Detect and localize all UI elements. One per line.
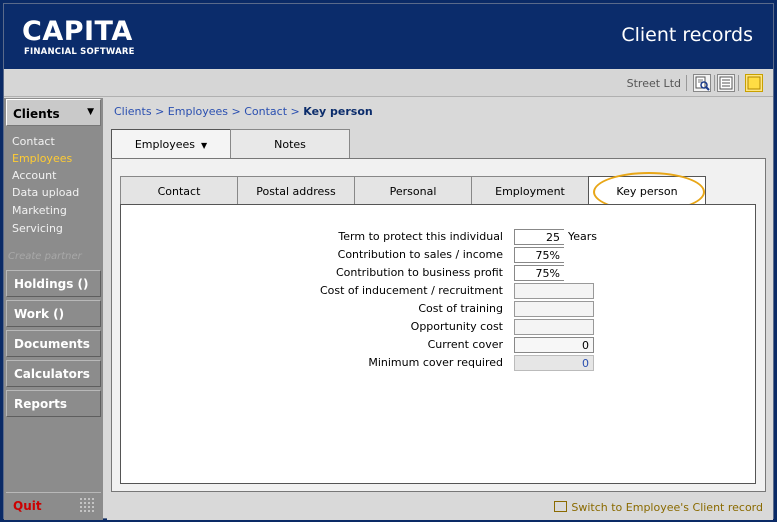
tab-label: Employees [134,138,196,151]
sales-contribution-label: Contribution to sales / income [337,248,503,261]
breadcrumb-separator: > [290,105,300,118]
quit-label: Quit [13,499,42,513]
form-row: Term to protect this individual 25 Years [121,229,757,246]
main-content: Clients > Employees > Contact > Key pers… [107,98,773,496]
profit-contribution-label: Contribution to business profit [335,266,503,279]
tab-label: Contact [157,185,201,198]
current-cover-label: Current cover [427,338,503,351]
tab-key-person[interactable]: Key person [588,176,706,205]
caret-down-icon[interactable]: ▼ [201,141,207,150]
app-window: CAPITA FINANCIAL SOFTWARE Client records… [3,3,774,520]
sidebar-item-servicing[interactable]: Servicing [12,222,63,235]
form-row: Current cover 0 [121,337,757,354]
tab-postal-address[interactable]: Postal address [237,176,355,204]
minimum-cover-value: 0 [514,355,594,371]
app-header: CAPITA FINANCIAL SOFTWARE Client records [4,4,773,69]
form-row: Contribution to business profit 75% [121,265,757,282]
toolbar-divider [714,75,715,91]
tab-employment[interactable]: Employment [471,176,589,204]
note-icon[interactable] [745,74,763,92]
sidebar-item-account[interactable]: Account [12,169,56,182]
tab-label: Employment [495,185,565,198]
tab-notes[interactable]: Notes [230,129,350,159]
breadcrumb-link-clients[interactable]: Clients [114,105,152,118]
footer: Switch to Employee's Client record [107,496,773,520]
inducement-cost-label: Cost of inducement / recruitment [319,284,503,297]
term-label: Term to protect this individual [338,230,503,243]
profit-contribution-input[interactable]: 75% [514,265,564,281]
sidebar-button-label: Calculators [14,367,90,381]
search-icon[interactable] [693,74,711,92]
sidebar-item-employees[interactable]: Employees [12,152,72,165]
sidebar-item-documents[interactable]: Documents [6,330,101,357]
app-title: Client records [621,24,753,46]
opportunity-cost-input[interactable] [514,319,594,335]
training-cost-input[interactable] [514,301,594,317]
sidebar-button-label: Work () [14,307,65,321]
sidebar-section-label: Clients [13,107,60,121]
sidebar-button-label: Holdings () [14,277,89,291]
form-row: Contribution to sales / income 75% [121,247,757,264]
list-icon[interactable] [717,74,735,92]
brand-subtitle: FINANCIAL SOFTWARE [24,47,135,57]
form-row: Minimum cover required 0 [121,355,757,372]
breadcrumb: Clients > Employees > Contact > Key pers… [114,105,373,118]
switch-client-record-label: Switch to Employee's Client record [571,501,763,514]
breadcrumb-separator: > [231,105,241,118]
training-cost-label: Cost of training [418,302,503,315]
chevron-down-icon: ▼ [87,107,94,117]
current-cover-input[interactable]: 0 [514,337,594,353]
tab-contact[interactable]: Contact [120,176,238,204]
sidebar-item-contact[interactable]: Contact [12,135,55,148]
sidebar-item-data-upload[interactable]: Data upload [12,186,79,199]
tab-employees[interactable]: Employees ▼ [111,129,231,160]
toolbar-divider [738,75,739,91]
sidebar: Clients ▼ Contact Employees Account Data… [4,98,103,520]
sidebar-item-work[interactable]: Work () [6,300,101,327]
toolbar-divider [686,75,687,91]
quit-button[interactable]: Quit [6,492,101,518]
sales-contribution-input[interactable]: 75% [514,247,564,263]
tab-label: Key person [616,185,678,198]
tab-label: Notes [274,138,306,151]
sidebar-item-marketing[interactable]: Marketing [12,204,67,217]
sidebar-section-clients[interactable]: Clients ▼ [6,99,101,126]
term-unit: Years [568,230,598,243]
tab-personal[interactable]: Personal [354,176,472,204]
form-row: Cost of training [121,301,757,318]
sidebar-button-label: Reports [14,397,68,411]
minimum-cover-label: Minimum cover required [368,356,503,369]
key-person-form: Term to protect this individual 25 Years… [120,204,756,484]
switch-client-record-link[interactable]: Switch to Employee's Client record [554,501,763,514]
tab-label: Personal [389,185,437,198]
brand-logo: CAPITA [22,16,133,47]
breadcrumb-current: Key person [303,105,373,118]
opportunity-cost-label: Opportunity cost [410,320,503,333]
window-icon [554,501,568,512]
breadcrumb-link-contact[interactable]: Contact [244,105,287,118]
grip-icon [79,497,95,513]
toolbar: Street Ltd [4,70,773,97]
inducement-cost-input[interactable] [514,283,594,299]
sidebar-item-holdings[interactable]: Holdings () [6,270,101,297]
breadcrumb-link-employees[interactable]: Employees [168,105,228,118]
form-row: Opportunity cost [121,319,757,336]
sidebar-item-calculators[interactable]: Calculators [6,360,101,387]
tab-panel: Contact Postal address Personal Employme… [111,158,766,492]
sidebar-item-hidden: Create partner [8,251,82,262]
breadcrumb-separator: > [155,105,165,118]
sidebar-item-reports[interactable]: Reports [6,390,101,417]
tab-label: Postal address [256,185,336,198]
term-input[interactable]: 25 [514,229,564,245]
sidebar-button-label: Documents [14,337,90,351]
form-row: Cost of inducement / recruitment [121,283,757,300]
company-name: Street Ltd [626,77,681,90]
